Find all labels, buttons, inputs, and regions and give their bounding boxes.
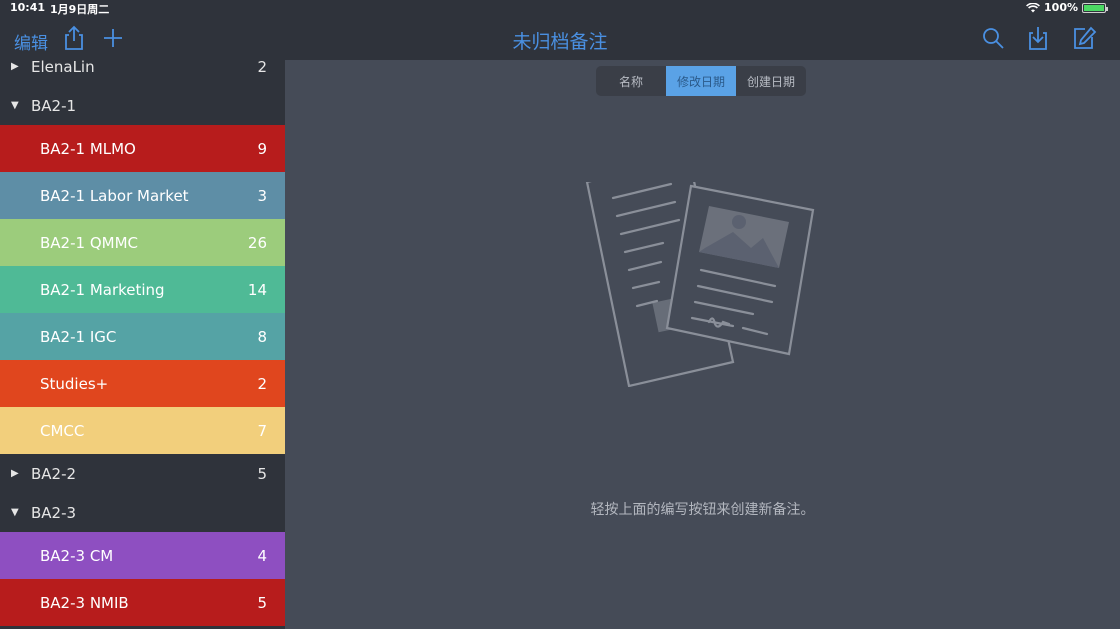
sidebar-item-label: BA2-3 xyxy=(31,503,77,522)
sidebar-group[interactable]: ▼ BA2-1 xyxy=(0,86,285,125)
wifi-icon xyxy=(1026,2,1040,12)
disclosure-expanded-icon[interactable]: ▼ xyxy=(11,100,19,111)
sidebar-item-count: 3 xyxy=(257,186,267,205)
notebook-sidebar: ▶ ElenaLin 2 ▼ BA2-1 BA2-1 MLMO 9 BA2-1 Labor M… xyxy=(0,60,285,629)
sidebar-item-label: BA2-1 Marketing xyxy=(40,280,165,299)
sidebar-item-count: 5 xyxy=(257,593,267,612)
empty-state-hint: 轻按上面的编写按钮来创建新备注。 xyxy=(590,502,815,518)
disclosure-collapsed-icon[interactable]: ▶ xyxy=(11,468,19,479)
sidebar-notebook-item[interactable]: CMCC 7 xyxy=(0,407,285,454)
empty-notes-illustration xyxy=(585,182,815,387)
sidebar-item-label: BA2-2 xyxy=(31,464,77,483)
sidebar-group[interactable]: ▶ ElenaLin 2 xyxy=(0,60,285,86)
battery-icon xyxy=(1082,2,1108,13)
compose-icon[interactable] xyxy=(1071,25,1097,51)
sidebar-item-count: 9 xyxy=(257,139,267,158)
status-time: 10:41 xyxy=(10,1,46,14)
search-icon[interactable] xyxy=(980,25,1006,51)
sidebar-item-label: BA2-1 QMMC xyxy=(40,233,138,252)
import-icon[interactable] xyxy=(1025,25,1051,51)
sort-by-created-date[interactable]: 创建日期 xyxy=(736,66,806,96)
sidebar-item-count: 8 xyxy=(257,327,267,346)
sidebar-item-label: BA2-1 Labor Market xyxy=(40,186,189,205)
disclosure-expanded-icon[interactable]: ▼ xyxy=(11,507,19,518)
sidebar-item-label: BA2-1 xyxy=(31,96,77,115)
sidebar-item-label: BA2-1 MLMO xyxy=(40,139,136,158)
sidebar-notebook-item[interactable]: BA2-1 QMMC 26 xyxy=(0,219,285,266)
sidebar-item-count: 7 xyxy=(257,421,267,440)
sidebar-item-label: BA2-3 CM xyxy=(40,546,114,565)
status-bar: 10:41 1月9日周二 100% xyxy=(0,0,1120,16)
sidebar-notebook-item[interactable]: BA2-1 Marketing 14 xyxy=(0,266,285,313)
sidebar-item-count: 4 xyxy=(257,546,267,565)
sidebar-group[interactable]: ▼ BA2-3 xyxy=(0,493,285,532)
sidebar-item-count: 2 xyxy=(257,60,267,76)
sidebar-notebook-item[interactable]: BA2-1 IGC 8 xyxy=(0,313,285,360)
sidebar-item-label: CMCC xyxy=(40,421,85,440)
sidebar-notebook-item[interactable]: Studies+ 2 xyxy=(0,360,285,407)
notes-content: 名称 修改日期 创建日期 轻按上面的编写按钮来创建新备注。 xyxy=(285,60,1120,629)
page-title: 未归档备注 xyxy=(512,31,608,53)
navigation-bar: 编辑 未归档备注 xyxy=(0,16,1120,60)
sidebar-item-label: BA2-1 IGC xyxy=(40,327,117,346)
disclosure-collapsed-icon[interactable]: ▶ xyxy=(11,61,19,72)
sidebar-item-count: 14 xyxy=(247,280,267,299)
sidebar-item-label: Studies+ xyxy=(40,374,109,393)
sidebar-notebook-item[interactable]: BA2-3 NMIB 5 xyxy=(0,579,285,626)
status-right: 100% xyxy=(1026,1,1108,14)
status-date: 1月9日周二 xyxy=(50,3,110,16)
sidebar-notebook-item[interactable]: BA2-1 Labor Market 3 xyxy=(0,172,285,219)
sidebar-notebook-item[interactable]: BA2-3 CM 4 xyxy=(0,532,285,579)
sort-segmented-control: 名称 修改日期 创建日期 xyxy=(596,66,806,96)
sidebar-item-label: BA2-3 NMIB xyxy=(40,593,129,612)
notebook-list: ▶ ElenaLin 2 ▼ BA2-1 BA2-1 MLMO 9 BA2-1 Labor M… xyxy=(0,60,285,626)
sidebar-item-count: 26 xyxy=(247,233,267,252)
sidebar-item-count: 5 xyxy=(257,464,267,483)
sort-by-name[interactable]: 名称 xyxy=(596,66,666,96)
sidebar-group[interactable]: ▶ BA2-2 5 xyxy=(0,454,285,493)
sidebar-notebook-item[interactable]: BA2-1 MLMO 9 xyxy=(0,125,285,172)
sidebar-item-count: 2 xyxy=(257,374,267,393)
sidebar-item-label: ElenaLin xyxy=(31,60,95,76)
battery-percent: 100% xyxy=(1044,1,1078,14)
sort-by-modified-date[interactable]: 修改日期 xyxy=(666,66,736,96)
